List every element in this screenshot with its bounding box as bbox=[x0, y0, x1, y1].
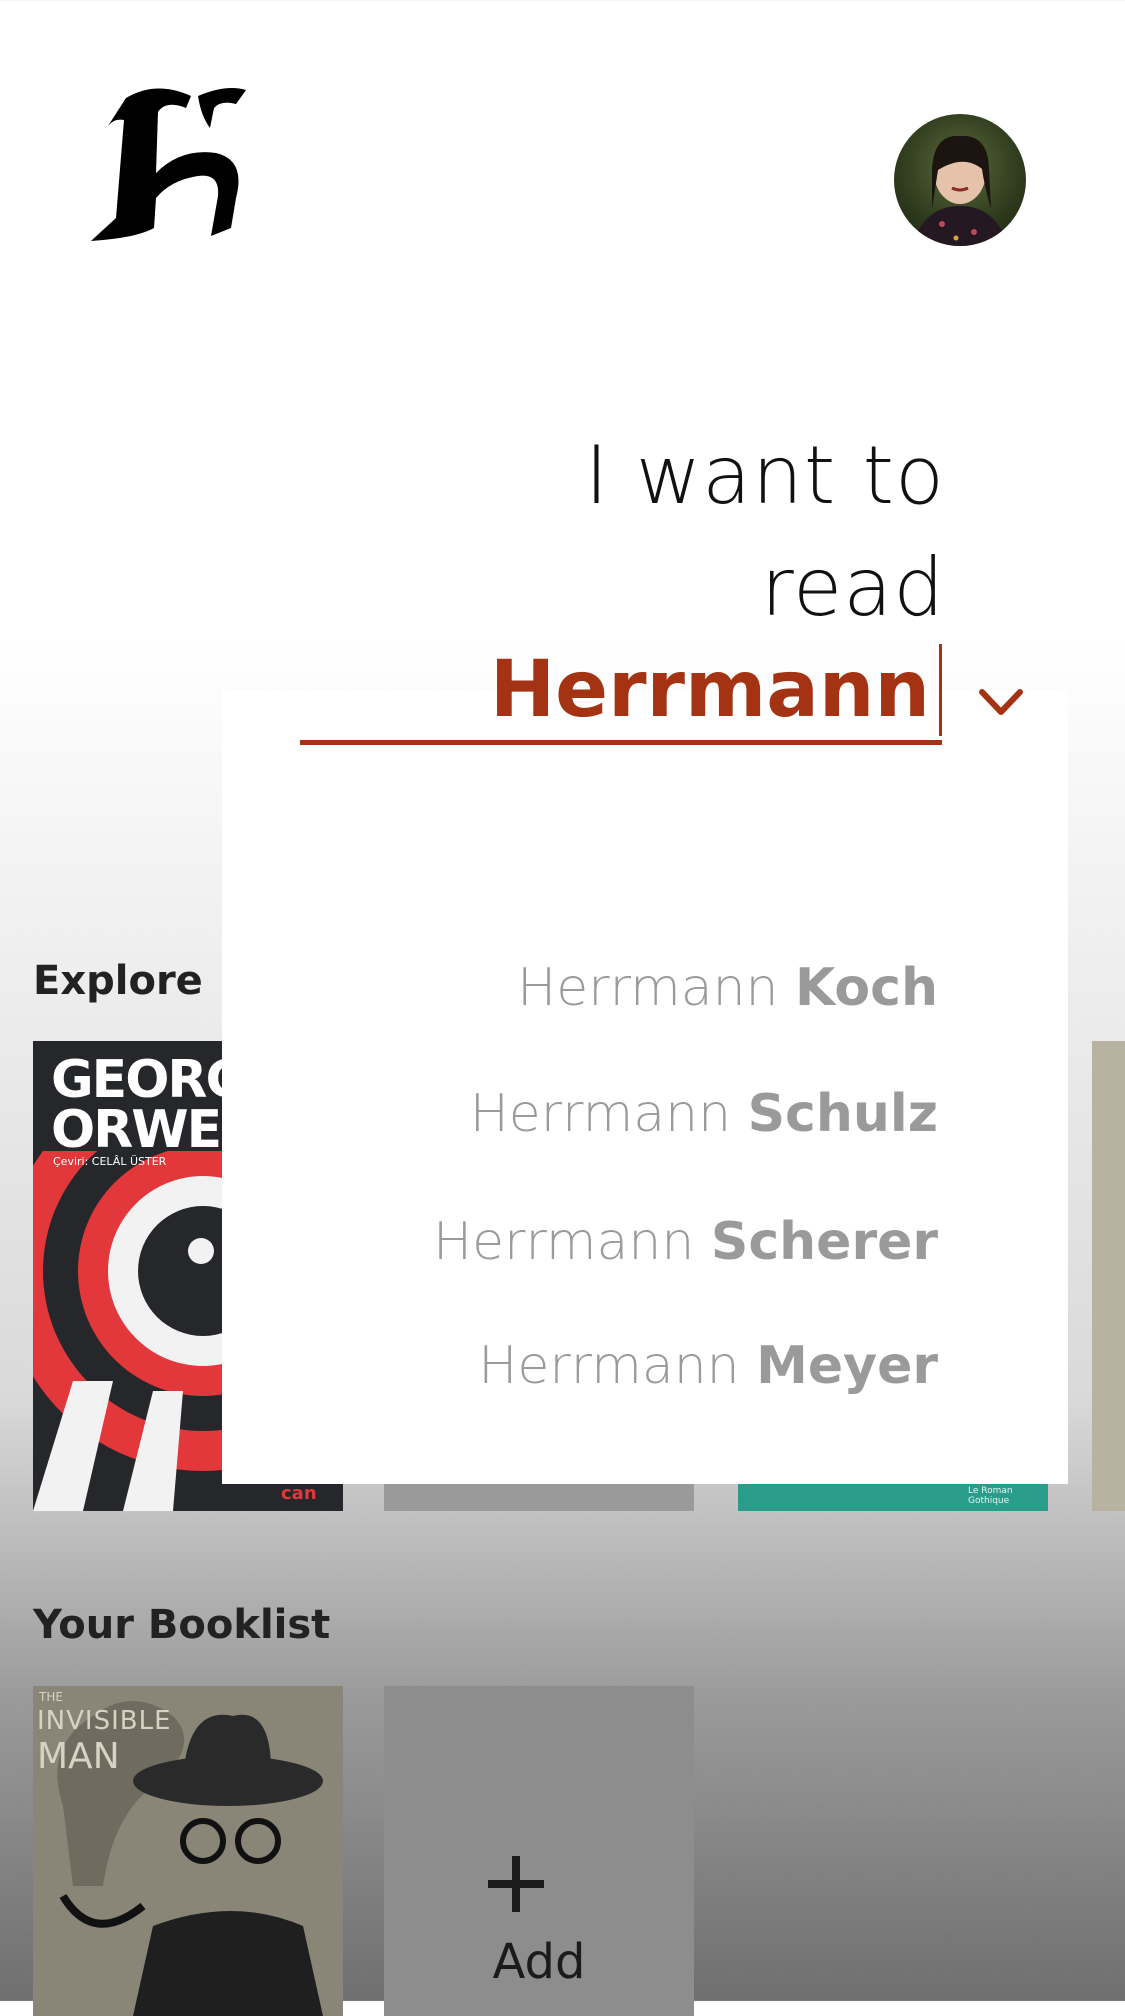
option-last-name: Meyer bbox=[756, 1336, 938, 1396]
book-title-line-2: INVISIBLE bbox=[37, 1706, 172, 1736]
explore-book-invisible-man[interactable] bbox=[1092, 1041, 1125, 1511]
autocomplete-dropdown: Herrmann Koch Herrmann Schulz Herrmann S… bbox=[222, 690, 1068, 1484]
chevron-down-icon[interactable] bbox=[976, 682, 1026, 722]
autocomplete-option[interactable]: Herrmann Scherer bbox=[433, 1212, 938, 1272]
option-first-name: Herrmann bbox=[517, 958, 779, 1018]
booklist-title: Your Booklist bbox=[33, 1602, 331, 1648]
book-title-line-3: MAN bbox=[37, 1736, 120, 1777]
hero-line-2: read bbox=[760, 541, 945, 634]
hero-line-1: I want to bbox=[584, 429, 945, 522]
publisher-logo: can bbox=[281, 1483, 317, 1504]
autocomplete-option[interactable]: Herrmann Koch bbox=[517, 958, 938, 1018]
book-imprint: Le Roman Gothique bbox=[968, 1486, 1013, 1506]
blackletter-h-logo-icon[interactable] bbox=[86, 78, 256, 248]
book-title-line-1: THE bbox=[39, 1690, 63, 1704]
option-last-name: Scherer bbox=[710, 1212, 938, 1272]
autocomplete-option[interactable]: Herrmann Meyer bbox=[478, 1336, 938, 1396]
plus-icon bbox=[488, 1856, 544, 1912]
option-first-name: Herrmann bbox=[432, 1212, 695, 1272]
autocomplete-option[interactable]: Herrmann Schulz bbox=[470, 1084, 938, 1144]
option-last-name: Schulz bbox=[747, 1084, 938, 1144]
option-first-name: Herrmann bbox=[469, 1084, 732, 1144]
text-caret bbox=[939, 644, 942, 736]
hero-heading: I want to read bbox=[585, 420, 945, 644]
option-first-name: Herrmann bbox=[478, 1336, 740, 1396]
booklist-book-invisible-man[interactable]: THE INVISIBLE MAN bbox=[33, 1686, 343, 2016]
user-avatar-icon[interactable] bbox=[894, 114, 1026, 246]
add-book-button[interactable]: Add bbox=[384, 1686, 694, 2016]
add-label: Add bbox=[492, 1934, 586, 1990]
search-input[interactable]: Herrmann bbox=[300, 640, 942, 745]
explore-title: Explore bbox=[33, 958, 203, 1004]
option-last-name: Koch bbox=[795, 958, 938, 1018]
book-translator: Çeviri: CELÂL ÜSTER bbox=[53, 1155, 167, 1168]
search-query-text: Herrmann bbox=[489, 645, 930, 735]
